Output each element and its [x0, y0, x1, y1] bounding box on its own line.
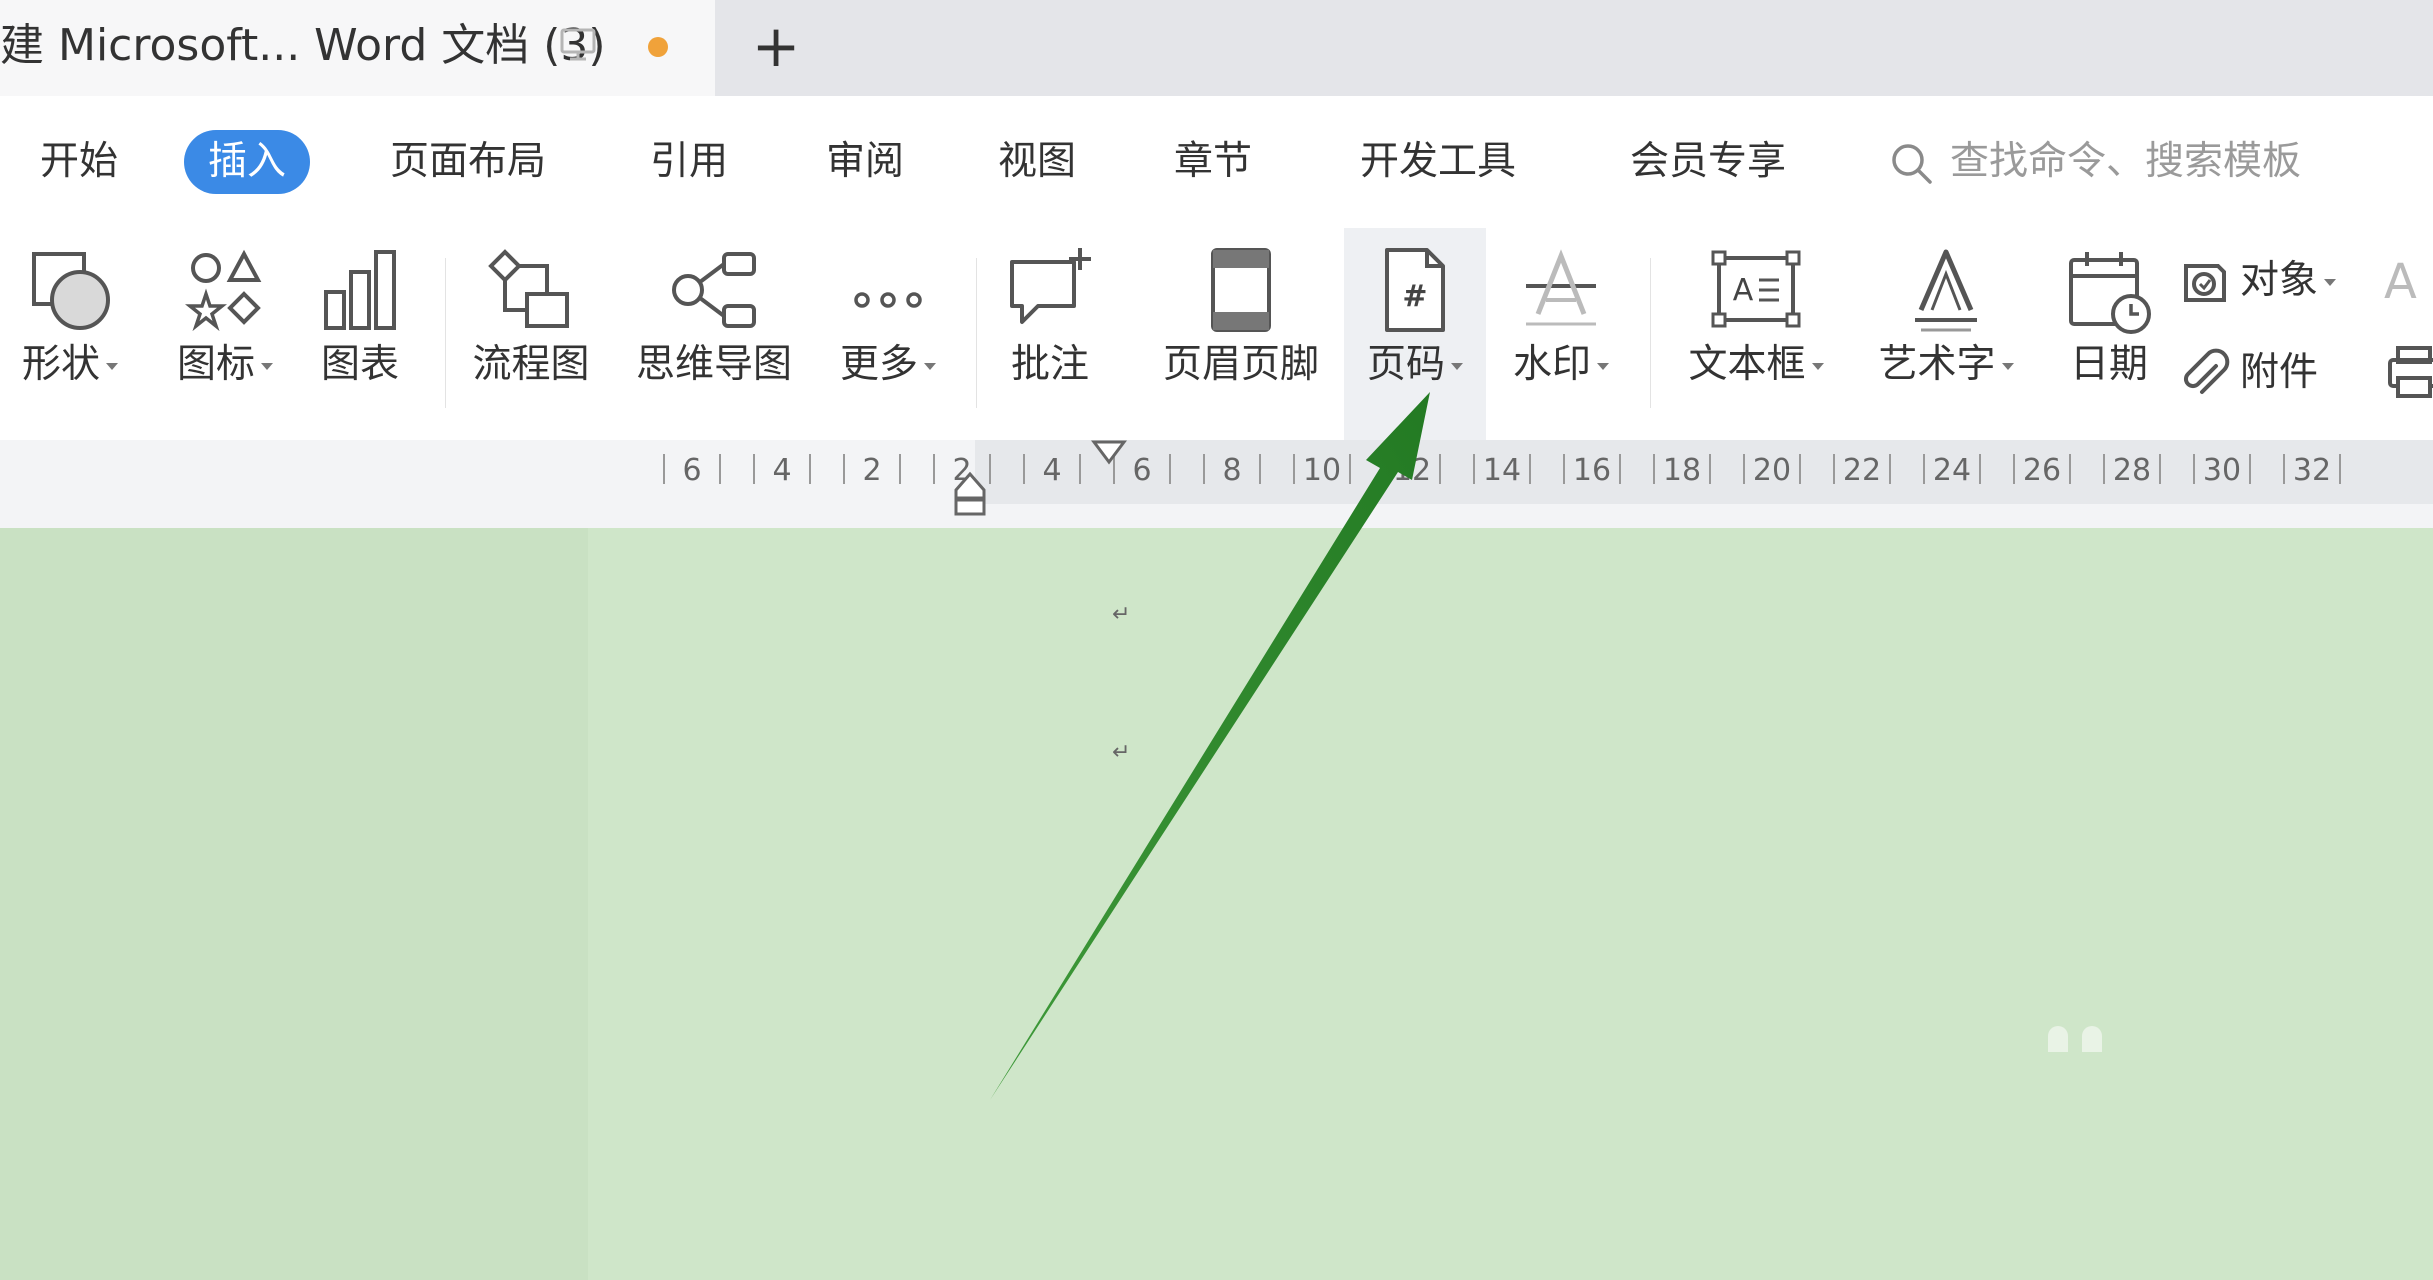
- annotation-arrow: [990, 392, 1430, 1100]
